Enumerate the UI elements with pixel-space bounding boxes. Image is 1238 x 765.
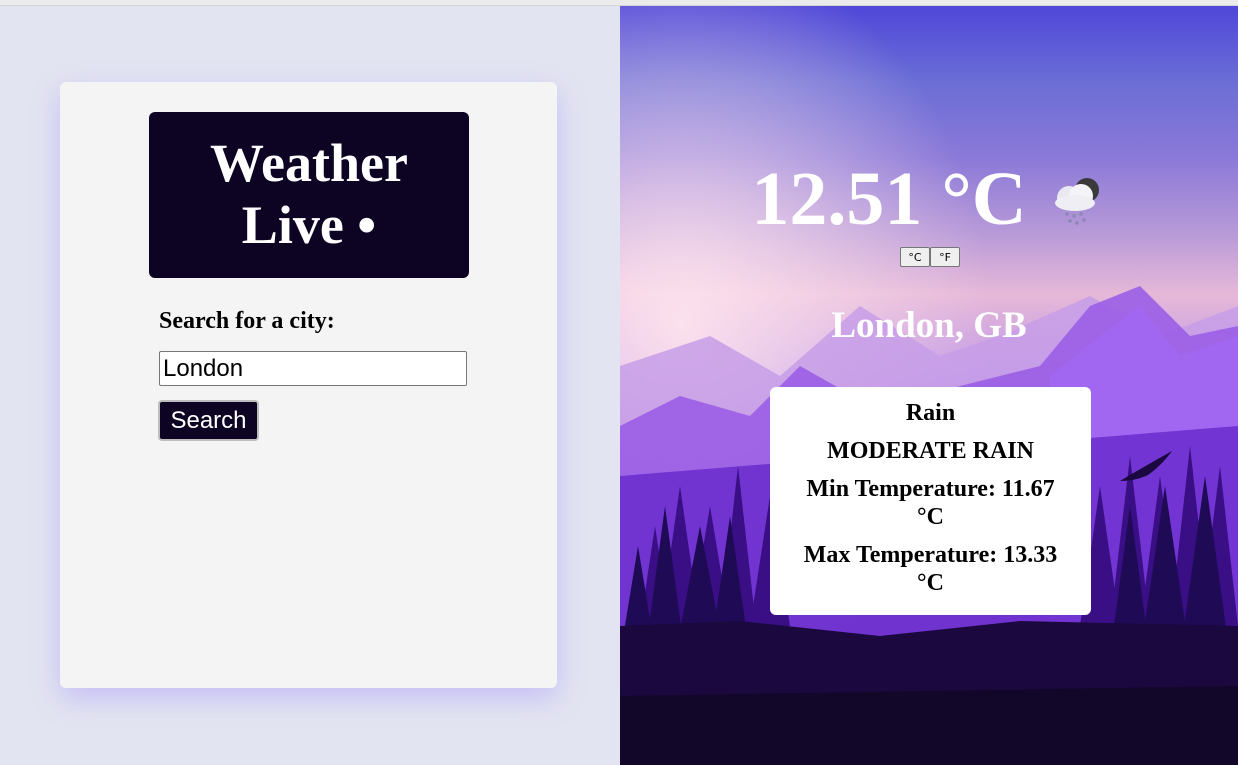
fahrenheit-button[interactable]: °F [930, 247, 960, 267]
search-card: Weather Live • Search for a city: Search [60, 82, 557, 688]
weather-details-card: Rain MODERATE RAIN Min Temperature: 11.6… [770, 387, 1091, 615]
search-button[interactable]: Search [158, 400, 259, 441]
left-panel: Weather Live • Search for a city: Search [0, 6, 620, 765]
mountain-landscape-background [620, 6, 1238, 765]
location-title: London, GB [831, 305, 1027, 346]
app-title-line1: Weather [210, 133, 408, 193]
app-logo: Weather Live • [149, 112, 469, 278]
temperature-row: 12.51 °C [620, 156, 1238, 243]
app-title-line2: Live • [241, 195, 377, 255]
weather-main: Rain [905, 400, 956, 426]
unit-toggle-group: °C °F [900, 247, 960, 267]
weather-description: MODERATE RAIN [827, 438, 1034, 464]
celsius-button[interactable]: °C [900, 247, 930, 267]
current-temperature: 12.51 °C [751, 157, 1027, 241]
search-label: Search for a city: [159, 308, 335, 334]
weather-panel: 12.51 °C °C °F London, GB Rain MODERATE R… [620, 6, 1238, 765]
min-temperature: Min Temperature: 11.67 °C [806, 476, 1055, 530]
city-search-input[interactable] [159, 351, 467, 386]
rain-cloud-icon [1054, 177, 1099, 225]
max-temperature: Max Temperature: 13.33 °C [803, 542, 1058, 596]
